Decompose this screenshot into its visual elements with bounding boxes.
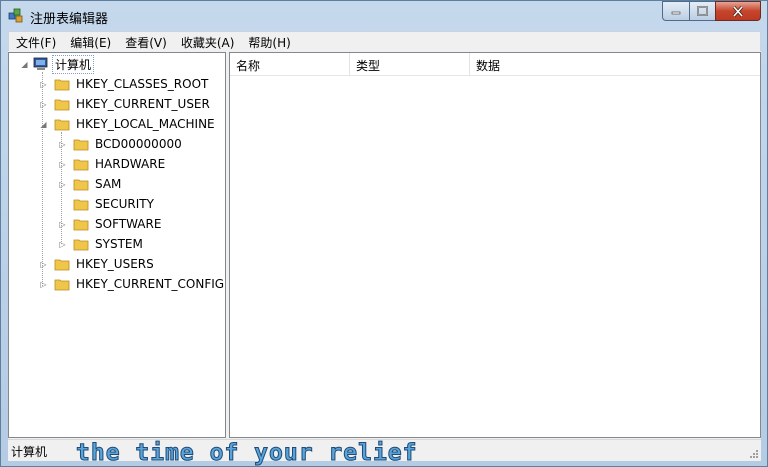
- column-header-type[interactable]: 类型: [350, 53, 470, 76]
- tree-node-label: HKEY_USERS: [76, 257, 154, 271]
- menu-view[interactable]: 查看(V): [118, 32, 174, 51]
- folder-icon: [54, 279, 70, 290]
- maximize-icon: [697, 6, 708, 16]
- folder-icon: [73, 199, 89, 210]
- collapse-arrow-icon[interactable]: ◢: [39, 120, 48, 129]
- menu-edit[interactable]: 编辑(E): [63, 32, 118, 51]
- minimize-icon: [671, 11, 681, 15]
- expand-arrow-icon[interactable]: ▷: [58, 180, 67, 189]
- folder-icon: [73, 239, 89, 250]
- close-button[interactable]: [715, 1, 761, 21]
- minimize-button[interactable]: [662, 1, 689, 21]
- tree-node-subkey[interactable]: ▷ SAM: [58, 175, 122, 193]
- tree-node-label: SOFTWARE: [95, 217, 162, 231]
- caption-buttons: [662, 1, 761, 21]
- tree-node-label: SECURITY: [95, 197, 154, 211]
- values-list-pane[interactable]: 名称 类型 数据: [229, 52, 761, 438]
- menu-favorites[interactable]: 收藏夹(A): [174, 32, 242, 51]
- folder-icon: [73, 139, 89, 150]
- tree-node-hive[interactable]: ▷ HKEY_CURRENT_USER: [39, 95, 211, 113]
- tree-node-label: HARDWARE: [95, 157, 166, 171]
- tree-node-subkey[interactable]: ▷ SOFTWARE: [58, 215, 162, 233]
- folder-icon: [73, 159, 89, 170]
- expand-arrow-icon[interactable]: ▷: [39, 80, 48, 89]
- status-path: 计算机: [11, 445, 48, 459]
- regedit-app-icon: [8, 8, 23, 23]
- key-tree-pane[interactable]: ◢ 计算机 ▷ HKEY_CLASSES_ROOT ▷ HKEY_CURRENT…: [8, 52, 226, 438]
- video-caption-overlay: the time of your relief: [76, 440, 418, 467]
- tree-node-subkey[interactable]: ▷ BCD00000000: [58, 135, 183, 153]
- folder-icon: [73, 219, 89, 230]
- computer-icon: [33, 57, 48, 70]
- tree-node-subkey[interactable]: ▷ HARDWARE: [58, 155, 166, 173]
- tree-root-label: 计算机: [52, 54, 95, 74]
- folder-icon: [73, 179, 89, 190]
- tree-node-label: HKEY_CURRENT_USER: [76, 97, 210, 111]
- window-title: 注册表编辑器: [30, 12, 109, 27]
- tree-node-subkey[interactable]: SECURITY: [58, 195, 155, 213]
- folder-open-icon: [54, 119, 70, 130]
- tree-node-subkey[interactable]: ▷ SYSTEM: [58, 235, 144, 253]
- tree-node-label: SYSTEM: [95, 237, 143, 251]
- column-header-data[interactable]: 数据: [470, 53, 760, 76]
- tree-node-hive[interactable]: ▷ HKEY_USERS: [39, 255, 155, 273]
- title-bar[interactable]: 注册表编辑器: [1, 1, 767, 31]
- tree-node-computer[interactable]: ◢ 计算机: [20, 54, 95, 74]
- expand-arrow-icon[interactable]: ▷: [39, 280, 48, 289]
- column-header-row: 名称 类型 数据: [230, 53, 760, 76]
- expand-arrow-icon[interactable]: ▷: [58, 140, 67, 149]
- expand-arrow-icon[interactable]: ▷: [58, 240, 67, 249]
- tree-node-label: SAM: [95, 177, 122, 191]
- menu-bar: 文件(F) 编辑(E) 查看(V) 收藏夹(A) 帮助(H): [8, 31, 761, 51]
- menu-help[interactable]: 帮助(H): [241, 32, 297, 51]
- collapse-arrow-icon[interactable]: ◢: [20, 60, 29, 69]
- expand-arrow-icon[interactable]: ▷: [39, 100, 48, 109]
- expand-arrow-icon[interactable]: ▷: [58, 220, 67, 229]
- menu-file[interactable]: 文件(F): [9, 32, 63, 51]
- client-area: ◢ 计算机 ▷ HKEY_CLASSES_ROOT ▷ HKEY_CURRENT…: [8, 51, 761, 439]
- close-icon: [732, 5, 744, 17]
- tree-node-label: HKEY_CURRENT_CONFIG: [76, 277, 225, 291]
- maximize-button[interactable]: [689, 1, 715, 21]
- expand-arrow-icon[interactable]: ▷: [39, 260, 48, 269]
- expand-arrow-icon[interactable]: ▷: [58, 160, 67, 169]
- tree-node-hive[interactable]: ▷ HKEY_CLASSES_ROOT: [39, 75, 209, 93]
- folder-icon: [54, 79, 70, 90]
- tree-node-hive[interactable]: ▷ HKEY_CURRENT_CONFIG: [39, 275, 225, 293]
- resize-grip-icon[interactable]: [749, 449, 759, 459]
- tree-node-label: HKEY_LOCAL_MACHINE: [76, 117, 215, 131]
- tree-node-label: BCD00000000: [95, 137, 182, 151]
- tree-node-label: HKEY_CLASSES_ROOT: [76, 77, 209, 91]
- tree-node-hive[interactable]: ◢ HKEY_LOCAL_MACHINE: [39, 115, 216, 133]
- folder-icon: [54, 259, 70, 270]
- registry-editor-window: 注册表编辑器 文件(F) 编辑(E) 查看(V) 收藏夹(A) 帮助(H) ◢ …: [0, 0, 768, 467]
- folder-icon: [54, 99, 70, 110]
- column-header-name[interactable]: 名称: [230, 53, 350, 76]
